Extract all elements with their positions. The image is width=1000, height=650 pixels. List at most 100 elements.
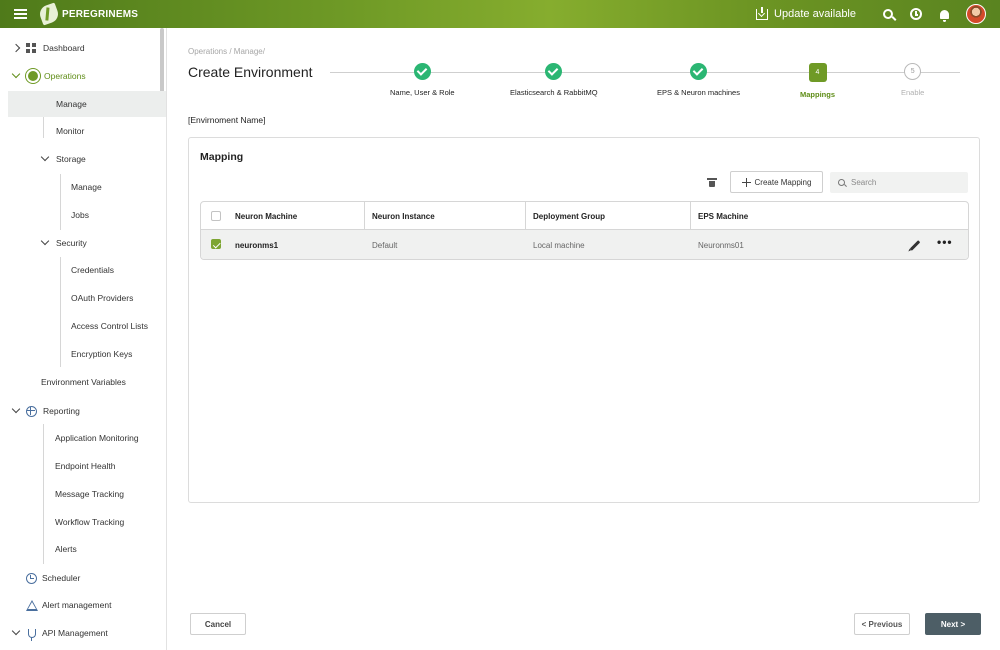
- check-icon: [545, 63, 563, 80]
- step-label: Enable: [901, 88, 925, 97]
- history-button[interactable]: [902, 0, 930, 28]
- chevron-down-icon: [12, 72, 20, 80]
- step-elasticsearch-rabbitmq[interactable]: Elasticsearch & RabbitMQ: [510, 63, 598, 97]
- update-available-button[interactable]: Update available: [756, 6, 856, 20]
- trash-icon: [707, 178, 717, 180]
- download-icon: [756, 6, 769, 20]
- plus-icon: [741, 177, 751, 187]
- sidebar-item-label: Storage: [56, 154, 86, 164]
- notifications-button[interactable]: [930, 0, 958, 28]
- create-mapping-button[interactable]: Create Mapping: [730, 171, 823, 193]
- top-bar: PEREGRINEMS Update available: [0, 0, 1000, 28]
- plug-icon: [28, 628, 36, 641]
- sidebar-item-dashboard[interactable]: Dashboard: [12, 35, 85, 61]
- brand-logo[interactable]: PEREGRINEMS: [37, 2, 138, 26]
- sidebar: Dashboard Operations Manage Monitor Stor…: [0, 28, 167, 650]
- step-mappings[interactable]: 4 Mappings: [800, 63, 835, 99]
- column-header[interactable]: Neuron Instance: [372, 202, 435, 230]
- chevron-right-icon: [12, 44, 20, 52]
- warning-icon: [26, 599, 38, 611]
- sidebar-item-security[interactable]: Security: [41, 230, 87, 256]
- chevron-down-icon: [12, 407, 20, 415]
- previous-button[interactable]: < Previous: [854, 613, 910, 635]
- chevron-down-icon: [41, 155, 49, 163]
- chevron-down-icon: [12, 629, 20, 637]
- check-icon: [413, 63, 431, 80]
- sidebar-item-label: Jobs: [71, 210, 89, 220]
- sidebar-item-storage-manage[interactable]: Manage: [71, 174, 102, 200]
- delete-button[interactable]: [707, 178, 717, 188]
- select-all-checkbox[interactable]: [211, 211, 221, 221]
- avatar[interactable]: [966, 4, 986, 24]
- search-button[interactable]: [874, 0, 902, 28]
- sidebar-item-label: Alerts: [55, 544, 77, 554]
- step-eps-neuron-machines[interactable]: EPS & Neuron machines: [657, 63, 740, 97]
- sidebar-item-label: Monitor: [56, 126, 85, 136]
- sidebar-item-encryption-keys[interactable]: Encryption Keys: [71, 341, 132, 367]
- dashboard-icon: [26, 42, 37, 54]
- sidebar-item-label: Environment Variables: [41, 377, 126, 387]
- sidebar-item-api-management[interactable]: API Management: [12, 620, 108, 646]
- search-field[interactable]: [830, 172, 968, 193]
- column-header[interactable]: Deployment Group: [533, 202, 605, 230]
- globe-icon: [26, 405, 37, 417]
- sidebar-item-monitor[interactable]: Monitor: [56, 118, 84, 144]
- breadcrumb[interactable]: Operations / Manage/: [188, 47, 265, 56]
- sidebar-item-storage[interactable]: Storage: [41, 146, 86, 172]
- next-button[interactable]: Next >: [925, 613, 981, 635]
- sidebar-item-label: Endpoint Health: [55, 461, 116, 471]
- more-options-icon[interactable]: •••: [937, 236, 953, 248]
- sidebar-item-label: Credentials: [71, 265, 114, 275]
- sidebar-item-label: Workflow Tracking: [55, 517, 125, 527]
- history-icon: [910, 8, 922, 20]
- sidebar-item-alert-management[interactable]: Alert management: [26, 592, 111, 618]
- cancel-button[interactable]: Cancel: [190, 613, 246, 635]
- sidebar-item-access-control-lists[interactable]: Access Control Lists: [71, 313, 148, 339]
- sidebar-item-label: Security: [56, 238, 87, 248]
- sidebar-item-endpoint-health[interactable]: Endpoint Health: [55, 453, 116, 479]
- search-input[interactable]: [851, 178, 961, 187]
- sidebar-item-label: Alert management: [42, 600, 112, 610]
- sidebar-item-credentials[interactable]: Credentials: [71, 257, 114, 283]
- search-icon: [883, 9, 893, 19]
- sidebar-item-label: Dashboard: [43, 43, 85, 53]
- edit-icon[interactable]: [909, 240, 921, 251]
- sidebar-item-jobs[interactable]: Jobs: [71, 202, 89, 228]
- step-label: Elasticsearch & RabbitMQ: [510, 88, 598, 97]
- step-label: Mappings: [800, 90, 835, 99]
- update-label: Update available: [774, 8, 856, 20]
- sidebar-scrollbar[interactable]: [160, 28, 164, 98]
- column-header[interactable]: EPS Machine: [698, 202, 748, 230]
- step-label: EPS & Neuron machines: [657, 88, 740, 97]
- sidebar-item-label: Reporting: [43, 406, 80, 416]
- column-header[interactable]: Neuron Machine: [235, 202, 297, 230]
- sidebar-item-workflow-tracking[interactable]: Workflow Tracking: [55, 509, 124, 535]
- sidebar-item-operations[interactable]: Operations: [12, 63, 86, 89]
- row-checkbox[interactable]: [211, 239, 221, 249]
- hamburger-icon[interactable]: [0, 0, 40, 28]
- environment-name: [Envirnoment Name]: [188, 115, 266, 125]
- table-row[interactable]: neuronms1 Default Local machine Neuronms…: [201, 230, 968, 259]
- step-label: Name, User & Role: [390, 88, 455, 97]
- chevron-down-icon: [41, 239, 49, 247]
- step-enable[interactable]: 5 Enable: [901, 63, 924, 97]
- cell-neuron-machine: neuronms1: [235, 240, 279, 250]
- sidebar-item-oauth-providers[interactable]: OAuth Providers: [71, 285, 133, 311]
- sidebar-item-label: Message Tracking: [55, 489, 124, 499]
- sidebar-item-reporting[interactable]: Reporting: [12, 398, 80, 424]
- sidebar-item-application-monitoring[interactable]: Application Monitoring: [55, 425, 139, 451]
- gear-icon: [28, 71, 38, 81]
- sidebar-item-alerts[interactable]: Alerts: [55, 536, 77, 562]
- cell-eps-machine: Neuronms01: [698, 240, 744, 250]
- sidebar-item-environment-variables[interactable]: Environment Variables: [41, 369, 126, 395]
- step-name-user-role[interactable]: Name, User & Role: [390, 63, 455, 97]
- search-icon: [838, 179, 845, 186]
- sidebar-item-scheduler[interactable]: Scheduler: [26, 565, 80, 591]
- cell-deployment-group: Local machine: [533, 240, 585, 250]
- sidebar-item-message-tracking[interactable]: Message Tracking: [55, 481, 124, 507]
- sidebar-item-label: Operations: [44, 71, 86, 81]
- sidebar-item-manage[interactable]: Manage: [8, 91, 166, 117]
- sidebar-item-label: Scheduler: [42, 573, 81, 583]
- mapping-table: Neuron Machine Neuron Instance Deploymen…: [200, 201, 969, 260]
- mapping-card: Mapping Create Mapping Neuron Machine Ne…: [188, 137, 980, 503]
